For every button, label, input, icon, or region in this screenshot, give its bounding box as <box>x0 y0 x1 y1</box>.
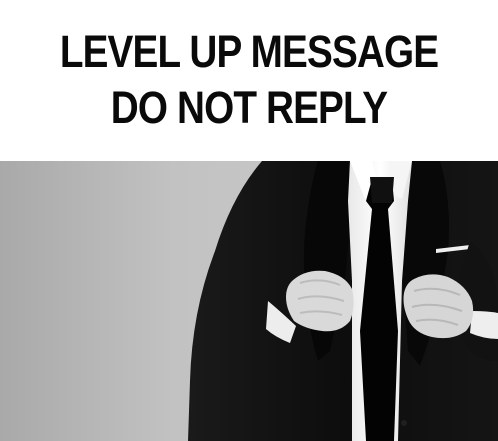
meme-card: LEVEL UP MESSAGE DO NOT REPLY <box>0 0 498 441</box>
meme-caption: LEVEL UP MESSAGE DO NOT REPLY <box>59 26 439 133</box>
tie-knot <box>370 177 394 203</box>
jacket-button <box>401 420 407 426</box>
caption-area: LEVEL UP MESSAGE DO NOT REPLY <box>0 0 498 160</box>
person-in-suit-image <box>0 161 498 441</box>
